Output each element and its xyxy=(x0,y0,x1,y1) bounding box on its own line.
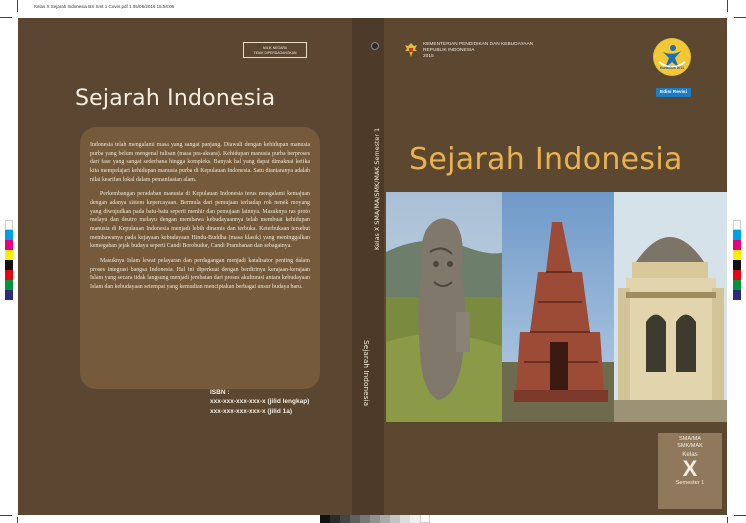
spine-title: Sejarah Indonesia xyxy=(362,340,371,407)
synopsis-paragraph: Perkembangan peradaban manusia di Kepula… xyxy=(90,191,310,250)
heritage-photo-illustration xyxy=(386,192,727,422)
print-slug: Kelas X Sejarah Indonesia BS Smt 1 Cover… xyxy=(34,4,175,9)
spine-grade: Kelas X SMA/MA/SMK/MAK Semester 1 xyxy=(373,127,381,250)
edition-badge: Edisi Revisi xyxy=(656,88,691,97)
isbn-block: ISBN : xxx-xxx-xxx-xxx-x (jilid lengkap)… xyxy=(210,388,309,416)
front-cover-title: Sejarah Indonesia xyxy=(409,142,683,177)
color-bar-left xyxy=(5,220,13,300)
crop-mark xyxy=(727,517,728,523)
isbn-label: ISBN : xyxy=(210,389,230,396)
isbn-line: xxx-xxx-xxx-xxx-x (jilid 1a) xyxy=(210,407,293,415)
garuda-emblem-icon xyxy=(405,43,417,57)
crop-mark xyxy=(17,517,18,523)
semester-label: Semester 1 xyxy=(675,480,705,486)
not-for-sale-label: MILIK NEGARA TIDAK DIPERDAGANGKAN xyxy=(243,42,307,58)
spine xyxy=(352,18,384,515)
synopsis-paragraph: Masuknya Islam lewat pelayaran dan perda… xyxy=(90,257,310,290)
curriculum-figure-icon xyxy=(654,39,690,75)
spine-dot-icon xyxy=(371,42,379,50)
synopsis-panel: Indonesia telah mengalami masa yang sang… xyxy=(80,127,320,389)
crop-mark xyxy=(17,0,18,12)
isbn-line: xxx-xxx-xxx-xxx-x (jilid lengkap) xyxy=(210,398,310,406)
color-bar-right xyxy=(733,220,741,300)
crop-mark xyxy=(734,17,746,18)
synopsis-paragraph: Indonesia telah mengalami masa yang sang… xyxy=(90,142,310,183)
ministry-header: KEMENTERIAN PENDIDIKAN DAN KEBUDAYAAN RE… xyxy=(404,42,533,60)
crop-mark xyxy=(0,17,12,18)
level-line: SMK/MAK xyxy=(677,443,703,449)
kelas-value: X xyxy=(682,456,698,481)
curriculum-logo-text: Kurikulum 2013 xyxy=(660,66,684,70)
crop-mark xyxy=(734,515,746,516)
level-line: SMA/MA xyxy=(678,436,702,442)
label-line: TIDAK DIPERDAGANGKAN xyxy=(253,50,297,55)
crop-mark xyxy=(727,0,728,12)
cover-photo-collage xyxy=(386,192,727,422)
back-cover-title: Sejarah Indonesia xyxy=(75,86,276,111)
curriculum-logo: Kurikulum 2013 xyxy=(653,38,691,76)
crop-mark xyxy=(0,515,12,516)
grade-box: SMA/MA SMK/MAK Kelas X Semester 1 xyxy=(658,433,722,509)
ministry-line: 2015 xyxy=(423,54,434,59)
